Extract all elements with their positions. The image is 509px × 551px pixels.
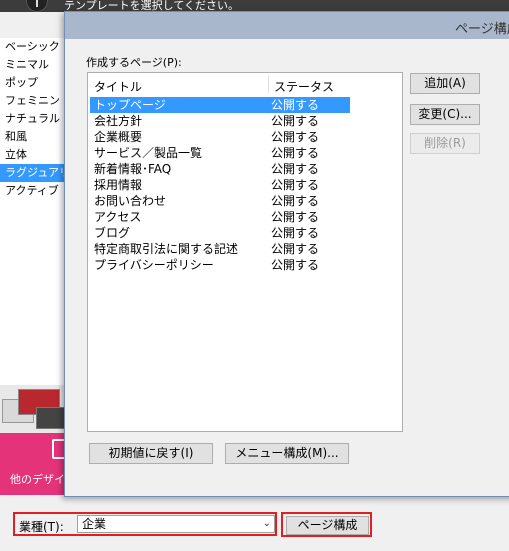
page-title-cell: サービス／製品一覧 [94, 146, 203, 160]
page-title-cell: お問い合わせ [94, 194, 167, 208]
page-status-cell: 公開する [271, 194, 320, 208]
thumbnail-shape [36, 407, 66, 429]
reset-defaults-button[interactable]: 初期値に戻す(I) [89, 443, 213, 464]
page-status-cell: 公開する [271, 258, 320, 272]
page-status-cell: 公開する [271, 210, 320, 224]
template-thumbnail [0, 385, 66, 433]
page-config-button[interactable]: ページ構成 [286, 516, 369, 535]
page-title-cell: アクセス [94, 210, 142, 224]
dialog-title-bar[interactable]: ページ構成 [65, 12, 509, 39]
page-status-cell: 公開する [271, 130, 320, 144]
column-header-title[interactable]: タイトル [94, 78, 142, 95]
page-title-cell: トップページ [94, 98, 166, 112]
page-status-cell: 公開する [271, 242, 320, 256]
pages-list[interactable]: タイトル ステータス トップページ 公開する 会社方針 公開する 企業概要 公開する サービ… [87, 72, 403, 432]
add-button[interactable]: 追加(A) [410, 73, 480, 94]
list-item[interactable]: お問い合わせ 公開する [90, 193, 350, 209]
page-title-cell: 採用情報 [94, 178, 143, 192]
edit-button[interactable]: 変更(C)... [410, 104, 480, 125]
list-item[interactable]: プライバシーポリシー 公開する [90, 257, 350, 273]
page-title-cell: プライバシーポリシー [94, 258, 214, 272]
page-status-cell: 公開する [271, 162, 320, 176]
app-logo-icon [26, 0, 48, 12]
list-item[interactable]: 特定商取引法に関する記述 公開する [90, 241, 350, 257]
category-item[interactable]: ナチュラル [0, 110, 66, 128]
delete-button[interactable]: 削除(R) [410, 133, 480, 154]
category-item[interactable]: アクティブ [0, 182, 66, 200]
category-item[interactable]: 立体 [0, 146, 66, 164]
page-title-cell: ブログ [94, 226, 131, 240]
page-config-dialog: ページ構成 作成するページ(P): タイトル ステータス トップページ公開する会… [64, 11, 509, 497]
category-item[interactable]: フェミニン [0, 92, 66, 110]
business-type-group: 業種(T): 企業 ⌄ [13, 512, 277, 536]
pages-list-label: 作成するページ(P): [86, 56, 182, 69]
page-status-cell: 公開する [271, 226, 320, 240]
list-item[interactable]: 採用情報 公開する [90, 177, 350, 193]
page-title-cell: 特定商取引法に関する記述 [94, 242, 239, 256]
business-type-select[interactable]: 企業 ⌄ [77, 515, 275, 533]
page-title-cell: 企業概要 [94, 130, 143, 144]
menu-config-button[interactable]: メニュー構成(M)... [225, 443, 349, 464]
category-item[interactable]: ミニマル [0, 56, 66, 74]
chevron-down-icon[interactable]: ⌄ [263, 516, 271, 532]
page-title-cell: 新着情報･FAQ [94, 162, 172, 176]
category-item[interactable]: 和風 [0, 128, 66, 146]
category-item[interactable]: ラグジュアリー [0, 164, 66, 182]
page-title-cell: 会社方針 [94, 114, 143, 128]
list-item[interactable]: サービス／製品一覧 公開する [90, 145, 350, 161]
page-status-cell: 公開する [271, 178, 320, 192]
category-item[interactable]: ベーシック [0, 38, 66, 56]
page-config-group: ページ構成 [281, 512, 372, 537]
business-type-label: 業種(T): [19, 520, 64, 534]
column-divider[interactable] [268, 75, 269, 93]
list-item[interactable]: 会社方針 公開する [90, 113, 350, 129]
page-status-cell: 公開する [271, 114, 320, 128]
list-item[interactable]: アクセス 公開する [90, 209, 350, 225]
business-type-value: 企業 [82, 517, 107, 531]
list-header: タイトル ステータス [88, 73, 402, 95]
dialog-title: ページ構成 [455, 22, 509, 37]
list-item[interactable]: トップページ 公開する [90, 97, 350, 113]
list-item[interactable]: 新着情報･FAQ 公開する [90, 161, 350, 177]
list-item[interactable]: 企業概要 公開する [90, 129, 350, 145]
page-status-cell: 公開する [271, 98, 320, 112]
category-item[interactable]: ポップ [0, 74, 66, 92]
column-header-status[interactable]: ステータス [274, 78, 334, 95]
category-list[interactable]: ベーシックミニマルポップフェミニンナチュラル和風立体ラグジュアリーアクティブ [0, 38, 67, 388]
list-item[interactable]: ブログ 公開する [90, 225, 350, 241]
page-status-cell: 公開する [271, 146, 320, 160]
